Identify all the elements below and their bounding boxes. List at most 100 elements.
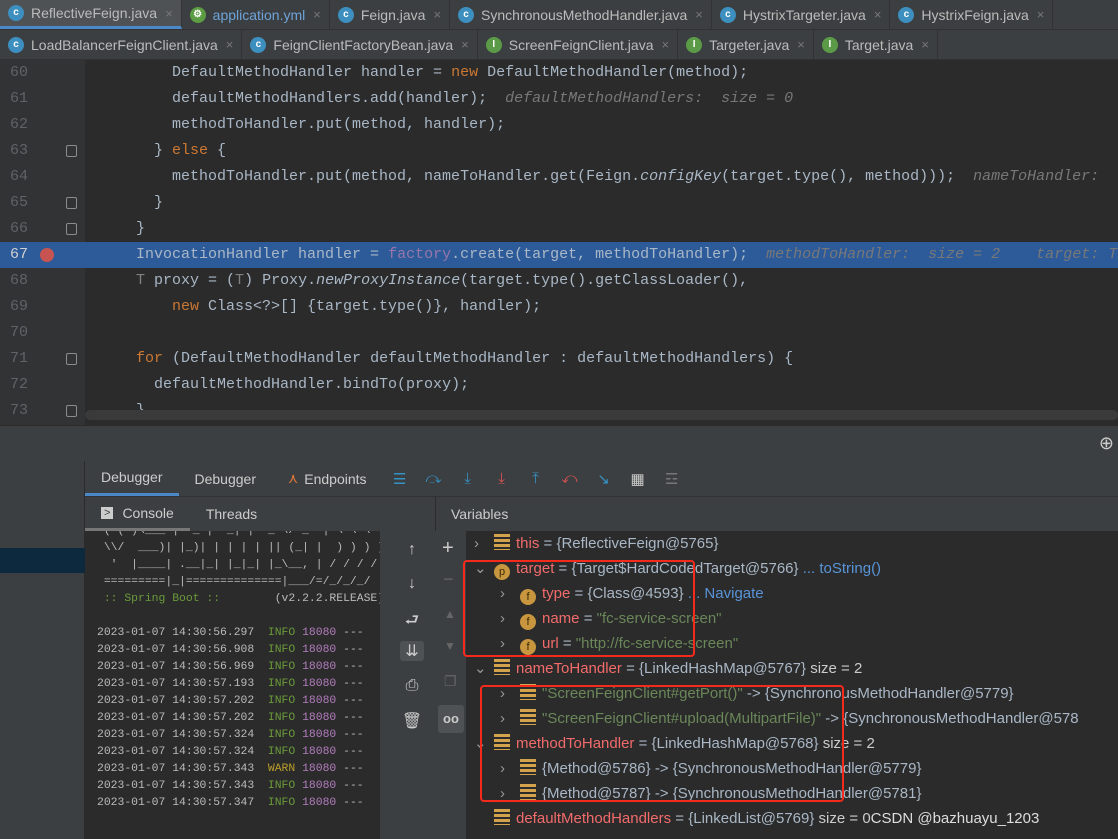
move-up-icon[interactable]: ▲ [444, 607, 456, 621]
menu-icon[interactable]: ☰ [390, 470, 410, 488]
code-line[interactable]: 68 T proxy = (T) Proxy.newProxyInstance(… [0, 268, 1118, 294]
editor-tab[interactable]: ⚙ application.yml × [182, 0, 330, 29]
log-line: 2023-01-07 14:30:57.343 INFO 18080 --- [97, 778, 380, 795]
code-line[interactable]: 67 InvocationHandler handler = factory.c… [0, 242, 1118, 268]
tab-debugger[interactable]: Debugger [85, 461, 179, 496]
code-token: T [136, 272, 146, 289]
breakpoint-icon[interactable] [40, 248, 54, 262]
editor-tab[interactable]: I Target.java × [814, 30, 938, 59]
move-down-icon[interactable]: ▼ [444, 639, 456, 653]
code-line[interactable]: 62 methodToHandler.put(method, handler); [0, 112, 1118, 138]
horizontal-scrollbar[interactable] [85, 410, 1118, 420]
editor-tab[interactable]: I ScreenFeignClient.java × [478, 30, 679, 59]
log-separator: --- [343, 780, 364, 792]
code-line[interactable]: 70 [0, 320, 1118, 346]
evaluate-icon[interactable]: ▦ [628, 470, 648, 488]
log-timestamp: 2023-01-07 14:30:57.343 [97, 763, 255, 775]
variable-row[interactable]: ⌄ nameToHandler = {LinkedHashMap@5767} si… [474, 656, 862, 681]
code-text: methodToHandler.put(method, handler); [100, 112, 505, 138]
variable-link[interactable]: ... toString() [799, 560, 881, 577]
code-token: Class<?>[] {target.type()}, handler); [208, 298, 542, 315]
step-into-icon[interactable]: ⤓ [492, 470, 512, 487]
variable-row[interactable]: defaultMethodHandlers = {LinkedList@5769… [474, 806, 1039, 831]
step-over-icon[interactable]: ⤓ [458, 470, 478, 487]
editor-tab[interactable]: c HystrixFeign.java × [890, 0, 1054, 29]
print-icon[interactable]: ⎙ [400, 677, 424, 695]
remove-watch-icon[interactable]: − [443, 569, 454, 590]
close-icon[interactable]: × [165, 6, 173, 21]
log-separator: --- [343, 678, 364, 690]
fold-icon[interactable] [66, 353, 77, 365]
variable-row[interactable]: › this = {ReflectiveFeign@5765} [474, 531, 718, 556]
console-output[interactable]: ( ( )\___ | '_ | '_| | '_ \/ _` | \ \ \ … [85, 531, 380, 839]
editor-tab[interactable]: c LoadBalancerFeignClient.java × [0, 30, 243, 59]
scroll-to-end-icon[interactable]: ⇊ [400, 641, 424, 661]
editor-tab[interactable]: c FeignClientFactoryBean.java × [242, 30, 478, 59]
glasses-icon[interactable]: oo [438, 705, 464, 733]
close-icon[interactable]: × [1037, 7, 1045, 22]
soft-wrap-icon[interactable]: ⮐ [400, 609, 424, 636]
fold-icon[interactable] [66, 145, 77, 157]
close-icon[interactable]: × [433, 7, 441, 22]
code-line[interactable]: 72 defaultMethodHandler.bindTo(proxy); [0, 372, 1118, 398]
close-icon[interactable]: × [874, 7, 882, 22]
code-token: { [217, 142, 227, 159]
log-pid: 18080 [302, 746, 337, 758]
duplicate-icon[interactable]: ❐ [444, 673, 457, 690]
tab-label: Targeter.java [709, 36, 790, 53]
editor-tab[interactable]: I Targeter.java × [678, 30, 814, 59]
fold-icon[interactable] [66, 197, 77, 209]
selected-frame[interactable] [0, 548, 85, 573]
variables-tree[interactable]: + − ▲ ▼ ❐ oo › this = {ReflectiveFeign@57… [436, 531, 1118, 839]
code-line[interactable]: 65 } [0, 190, 1118, 216]
editor-tab[interactable]: c ReflectiveFeign.java × [0, 0, 182, 29]
frames-panel[interactable] [0, 461, 85, 839]
variable-size: size = 2 [806, 660, 863, 677]
drop-frame-icon[interactable]: ⤺ [560, 470, 580, 487]
tab-endpoints[interactable]: ⋏ Endpoints [272, 461, 383, 496]
code-line[interactable]: 71 for (DefaultMethodHandler defaultMeth… [0, 346, 1118, 372]
chevron-down-icon[interactable]: ⌄ [474, 656, 494, 681]
code-token: ) Proxy. [244, 272, 317, 289]
close-icon[interactable]: × [797, 37, 805, 52]
editor-tab[interactable]: c SynchronousMethodHandler.java × [450, 0, 712, 29]
code-token: newProxyInstance [316, 272, 461, 289]
code-line[interactable]: 66 } [0, 216, 1118, 242]
log-line: 2023-01-07 14:30:57.343 WARN 18080 --- [97, 761, 380, 778]
line-number: 68 [9, 272, 28, 289]
log-level: INFO [267, 780, 296, 792]
close-icon[interactable]: × [695, 7, 703, 22]
show-execution-point-icon[interactable]: ⤼ [424, 470, 444, 487]
down-arrow-icon[interactable]: ↓ [400, 575, 424, 593]
run-to-cursor-icon[interactable]: ↘ [594, 470, 614, 488]
tab-debugger-2[interactable]: Debugger [179, 461, 273, 496]
code-text: } [100, 190, 163, 216]
code-line[interactable]: 69 new Class<?>[] {target.type()}, handl… [0, 294, 1118, 320]
trash-icon[interactable]: 🗑 [400, 711, 424, 731]
code-editor[interactable]: 60 DefaultMethodHandler handler = new De… [0, 60, 1118, 425]
tab-console[interactable]: > Console [85, 497, 190, 531]
code-text: DefaultMethodHandler handler = new Defau… [100, 60, 748, 86]
editor-tab[interactable]: c Feign.java × [330, 0, 451, 29]
log-timestamp: 2023-01-07 14:30:56.908 [97, 644, 255, 656]
crosshair-icon[interactable]: ⊕ [1099, 433, 1114, 454]
fold-icon[interactable] [66, 223, 77, 235]
trace-icon[interactable]: ☲ [662, 470, 682, 488]
add-watch-icon[interactable]: + [442, 537, 454, 560]
editor-tab[interactable]: c HystrixTargeter.java × [712, 0, 891, 29]
step-out-icon[interactable]: ⤒ [526, 470, 546, 487]
close-icon[interactable]: × [662, 37, 670, 52]
fold-icon[interactable] [66, 405, 77, 417]
close-icon[interactable]: × [461, 37, 469, 52]
chevron-right-icon[interactable]: › [474, 531, 494, 556]
up-arrow-icon[interactable]: ↑ [400, 541, 424, 559]
code-line[interactable]: 61 defaultMethodHandlers.add(handler); d… [0, 86, 1118, 112]
variable-link[interactable]: ... Navigate [684, 585, 764, 602]
close-icon[interactable]: × [313, 7, 321, 22]
code-line[interactable]: 64 methodToHandler.put(method, nameToHan… [0, 164, 1118, 190]
code-line[interactable]: 63 } else { [0, 138, 1118, 164]
code-line[interactable]: 60 DefaultMethodHandler handler = new De… [0, 60, 1118, 86]
tab-threads[interactable]: Threads [190, 497, 273, 531]
close-icon[interactable]: × [921, 37, 929, 52]
close-icon[interactable]: × [226, 37, 234, 52]
